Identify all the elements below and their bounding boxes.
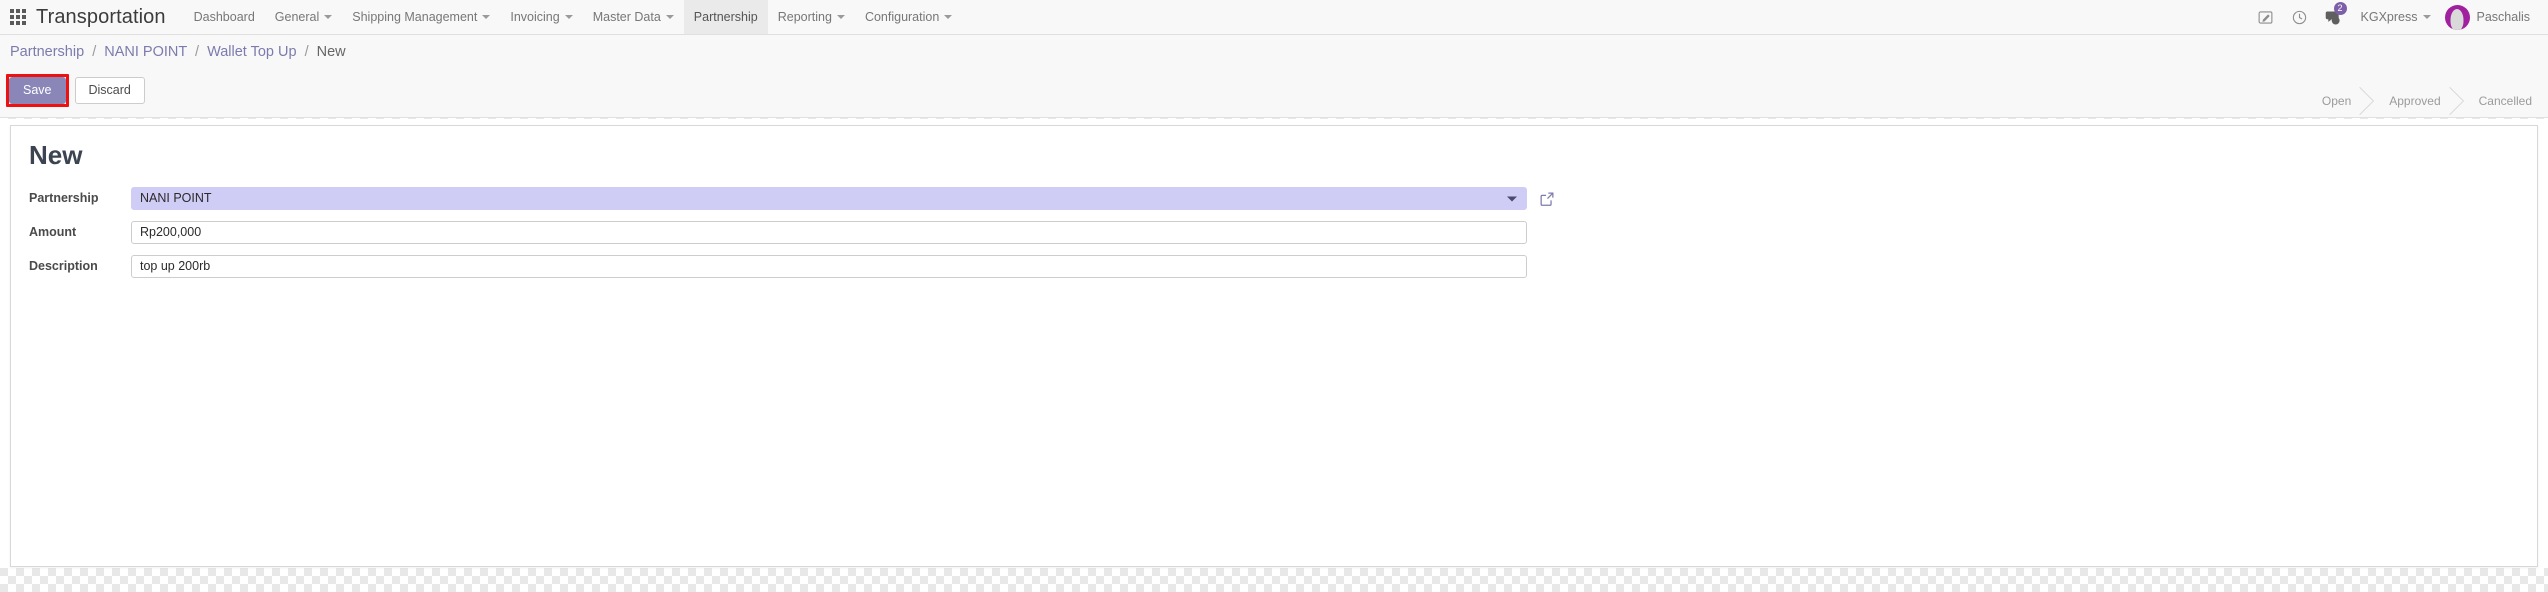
breadcrumb-item-new: New [316,44,346,60]
status-step-open[interactable]: Open [2302,89,2369,113]
save-button[interactable]: Save [9,77,66,104]
field-control-description: top up 200rb [131,255,2539,278]
field-label-amount: Amount [29,225,77,239]
clock-icon[interactable] [2283,0,2317,35]
apps-menu-button[interactable] [0,0,36,34]
breadcrumb-item-wallet-top-up[interactable]: Wallet Top Up [207,44,296,60]
description-input-value: top up 200rb [140,259,211,273]
menu-label-invoicing: Invoicing [510,10,560,24]
company-switcher[interactable]: KGXpress [2351,10,2441,24]
breadcrumb-separator: / [304,44,309,60]
page-title: New [29,140,83,170]
chevron-down-icon [665,15,674,19]
menu-item-reporting[interactable]: Reporting [768,0,855,34]
chevron-down-icon[interactable] [1507,196,1517,201]
chevron-down-icon [564,15,573,19]
breadcrumb-separator: / [195,44,200,60]
breadcrumb-item-nani-point[interactable]: NANI POINT [104,44,187,60]
status-step-cancelled[interactable]: Cancelled [2459,89,2536,113]
breadcrumb-item-partnership[interactable]: Partnership [10,44,84,60]
action-buttons: Save Discard [6,74,145,107]
company-name-label: KGXpress [2360,10,2418,24]
control-panel: Partnership / NANI POINT / Wallet Top Up… [0,35,2548,118]
menu-label-master-data: Master Data [592,10,661,24]
breadcrumb: Partnership / NANI POINT / Wallet Top Up… [10,44,346,60]
user-menu[interactable]: Paschalis [2441,4,2537,30]
menu-label-reporting: Reporting [777,10,832,24]
edit-pencil-icon[interactable] [2249,0,2283,35]
save-button-highlight: Save [6,74,69,107]
menu-label-configuration: Configuration [864,10,940,24]
menu-item-partnership[interactable]: Partnership [683,0,768,34]
app-brand-title[interactable]: Transportation [36,0,170,34]
field-row-description: Description top up 200rb [11,255,2539,280]
chevron-down-icon [2422,15,2431,19]
main-menu: Dashboard General Shipping Management In… [184,0,963,34]
menu-label-dashboard: Dashboard [193,10,255,24]
form-sheet: New Partnership NANI POINT Amount Rp200,… [10,125,2538,567]
breadcrumb-separator: / [92,44,97,60]
status-bar: Open Approved Cancelled [2302,89,2536,113]
avatar [2444,4,2470,30]
messages-count-badge: 2 [2333,1,2347,15]
external-link-icon[interactable] [1538,190,1556,208]
menu-item-invoicing[interactable]: Invoicing [500,0,582,34]
user-name-label: Paschalis [2476,10,2531,24]
field-row-partnership: Partnership NANI POINT [11,187,2539,212]
chevron-down-icon [836,15,845,19]
chevron-down-icon [324,15,333,19]
field-label-partnership: Partnership [29,191,99,205]
field-label-description: Description [29,259,98,273]
field-row-amount: Amount Rp200,000 [11,221,2539,246]
menu-item-shipping-management[interactable]: Shipping Management [342,0,500,34]
navbar-right: 2 KGXpress Paschalis [2249,0,2548,34]
apps-grid-icon [10,9,26,25]
chevron-down-icon [944,15,953,19]
chevron-down-icon [482,15,491,19]
amount-input[interactable]: Rp200,000 [131,221,1527,244]
partnership-input-value: NANI POINT [140,191,212,205]
app-page: Transportation Dashboard General Shippin… [0,0,2548,592]
partnership-input[interactable]: NANI POINT [131,187,1527,210]
menu-item-dashboard[interactable]: Dashboard [184,0,265,34]
top-navbar: Transportation Dashboard General Shippin… [0,0,2548,35]
status-step-approved[interactable]: Approved [2369,89,2458,113]
discard-button[interactable]: Discard [74,77,145,104]
field-control-partnership: NANI POINT [131,187,2539,210]
menu-item-general[interactable]: General [265,0,342,34]
chat-bubble-icon[interactable]: 2 [2317,0,2351,35]
menu-label-shipping-management: Shipping Management [352,10,478,24]
amount-input-value: Rp200,000 [140,225,202,239]
menu-item-master-data[interactable]: Master Data [583,0,684,34]
menu-label-partnership: Partnership [693,10,758,24]
form-fields: Partnership NANI POINT Amount Rp200,000 … [11,187,2539,289]
menu-item-configuration[interactable]: Configuration [855,0,962,34]
menu-label-general: General [274,10,320,24]
description-input[interactable]: top up 200rb [131,255,1527,278]
field-control-amount: Rp200,000 [131,221,2539,244]
